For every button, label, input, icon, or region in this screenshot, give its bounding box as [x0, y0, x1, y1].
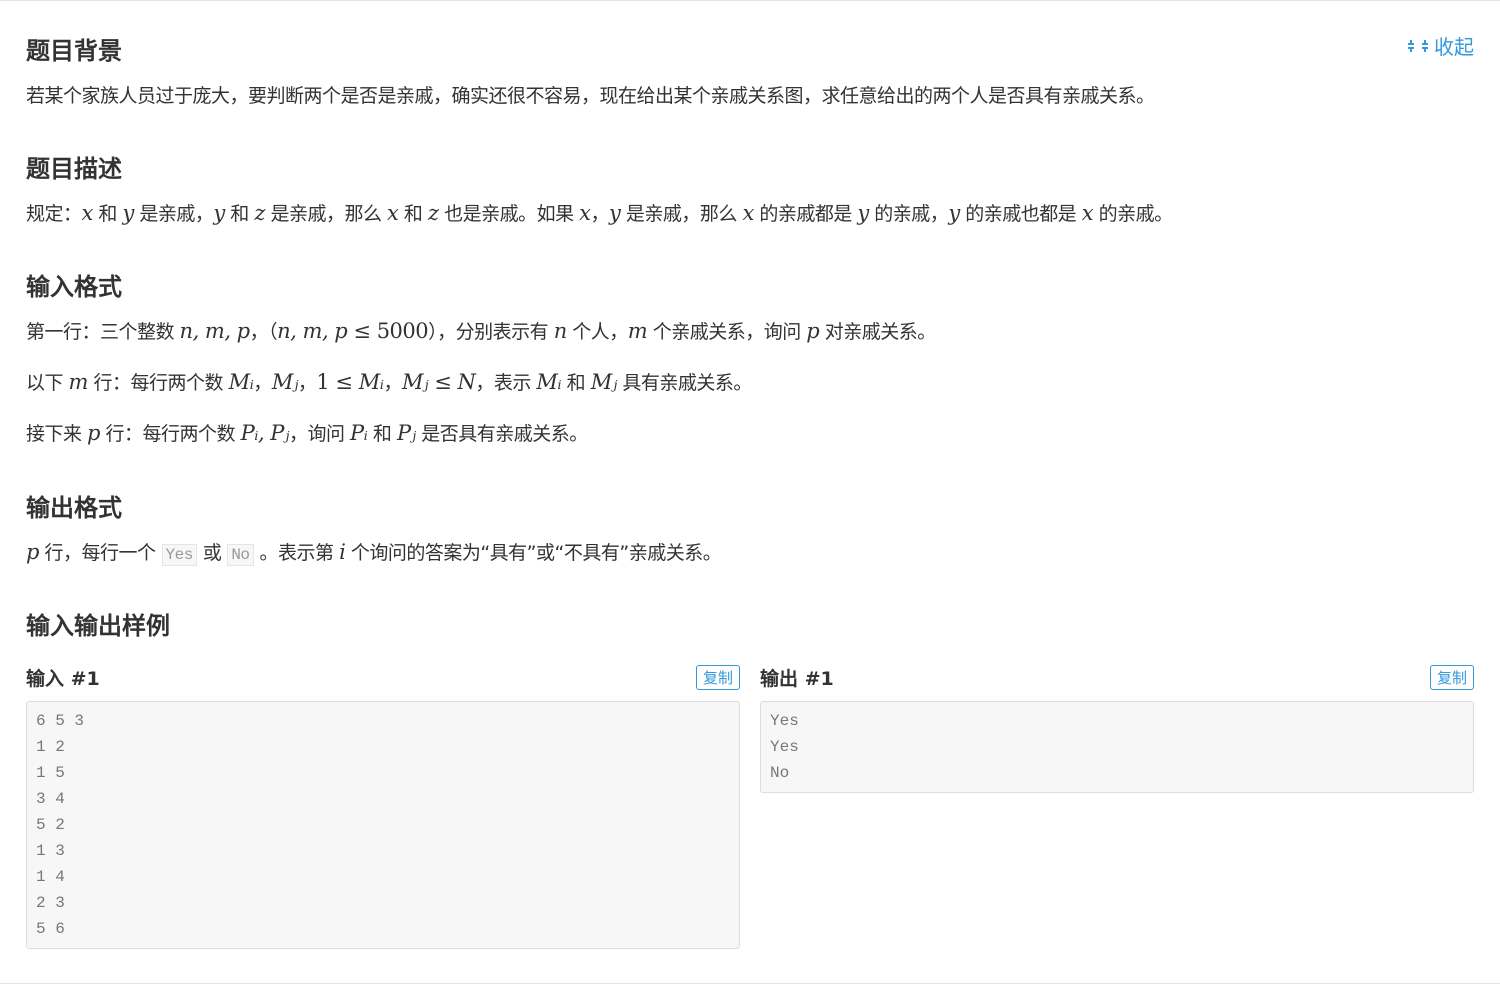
copy-output-button[interactable]: 复制 [1430, 665, 1474, 690]
math: y [609, 201, 620, 225]
section-title: 题目背景 [26, 31, 122, 66]
inline-code: No [227, 544, 253, 566]
text: ，询问 [289, 423, 350, 445]
math: y [122, 201, 133, 225]
sample-output: 输出 #1 复制 Yes Yes No [760, 663, 1474, 793]
text: 也是亲戚。如果 [439, 203, 580, 225]
text: 若某个家族人员过于庞大，要判断两个是否是亲戚，确实还很不容易，现在给出某个亲戚关… [26, 85, 1155, 107]
text: 对亲戚关系。 [819, 321, 936, 343]
text: ），分别表示有 [428, 321, 554, 343]
copy-input-button[interactable]: 复制 [696, 665, 740, 690]
text: 是亲戚，那么 [265, 203, 387, 225]
math: n [554, 319, 567, 343]
text: ， [590, 203, 609, 225]
math: m [628, 319, 647, 343]
text: ， [383, 372, 402, 394]
math: p [87, 421, 100, 445]
text: ， [253, 372, 272, 394]
text: 行，每行一个 [39, 542, 156, 564]
sample-input-label: 输入 #1 [26, 664, 100, 691]
math: Pᵢ, Pⱼ [241, 421, 289, 445]
math: Pⱼ [397, 421, 416, 445]
text: 行：每行两个数 [88, 372, 229, 394]
sample-input-text: 6 5 3 1 2 1 5 3 4 5 2 1 3 1 4 2 3 5 6 [26, 701, 740, 949]
text: 个人， [567, 321, 628, 343]
math: x [82, 201, 93, 225]
math: ≤ [428, 370, 457, 394]
math: Mᵢ [359, 370, 384, 394]
math: Mᵢ [536, 370, 561, 394]
math: y [213, 201, 224, 225]
math: x [1082, 201, 1093, 225]
paragraph: p 行，每行一个Yes或No。表示第 i 个询问的答案为“具有”或“不具有”亲戚… [26, 538, 721, 565]
math: Pᵢ [350, 421, 367, 445]
math: m [69, 370, 88, 394]
math: z [428, 201, 439, 225]
paragraph: 若某个家族人员过于庞大，要判断两个是否是亲戚，确实还很不容易，现在给出某个亲戚关… [26, 81, 1155, 108]
math: x [742, 201, 753, 225]
text: 行：每行两个数 [100, 423, 241, 445]
paragraph: 接下来 p 行：每行两个数 Pᵢ, Pⱼ，询问 Pᵢ 和 Pⱼ 是否具有亲戚关系… [26, 419, 588, 446]
math: Mⱼ [402, 370, 428, 394]
collapse-icon [1408, 38, 1428, 54]
sample-input: 输入 #1 复制 6 5 3 1 2 1 5 3 4 5 2 1 3 1 4 2 … [26, 663, 740, 949]
sample-output-text: Yes Yes No [760, 701, 1474, 793]
math: n, m, p [277, 319, 347, 343]
text: 是亲戚， [134, 203, 214, 225]
math: Mⱼ [272, 370, 298, 394]
section-title: 题目描述 [26, 149, 122, 184]
text: 是否具有亲戚关系。 [416, 423, 588, 445]
text: 的亲戚都是 [754, 203, 858, 225]
text: 。表示第 [260, 542, 340, 564]
math: x [387, 201, 398, 225]
text: 以下 [26, 372, 69, 394]
text: 接下来 [26, 423, 87, 445]
text: 和 [225, 203, 255, 225]
math: Mᵢ [229, 370, 254, 394]
math: Mⱼ [591, 370, 617, 394]
math: y [948, 201, 959, 225]
section-title: 输出格式 [26, 488, 122, 523]
math: n, m, p [180, 319, 250, 343]
text: 的亲戚也都是 [960, 203, 1082, 225]
text: ，表示 [475, 372, 536, 394]
inline-code: Yes [162, 544, 197, 566]
text: ，（ [250, 321, 278, 343]
math: N [457, 370, 475, 394]
text: 的亲戚。 [1093, 203, 1173, 225]
collapse-label: 收起 [1434, 31, 1474, 60]
text: 个询问的答案为“具有”或“不具有”亲戚关系。 [345, 542, 721, 564]
text: 的亲戚， [869, 203, 949, 225]
text: 或 [203, 542, 222, 564]
paragraph: 第一行：三个整数 n, m, p，（n, m, p ≤ 5000），分别表示有 … [26, 317, 936, 344]
math: y [857, 201, 868, 225]
math: p [26, 540, 39, 564]
collapse-button[interactable]: 收起 [1408, 31, 1474, 60]
paragraph: 以下 m 行：每行两个数 Mᵢ，Mⱼ，1 ≤ Mᵢ，Mⱼ ≤ N，表示 Mᵢ 和… [26, 368, 752, 395]
text: 第一行：三个整数 [26, 321, 180, 343]
text: 个亲戚关系，询问 [647, 321, 806, 343]
text: 和 [561, 372, 591, 394]
text: 是亲戚，那么 [620, 203, 742, 225]
sample-output-label: 输出 #1 [760, 664, 834, 691]
math: 1 ≤ [316, 370, 358, 394]
section-title: 输入输出样例 [26, 606, 170, 641]
math: p [806, 319, 819, 343]
text: 和 [93, 203, 123, 225]
text: 规定： [26, 203, 82, 225]
text: 和 [367, 423, 397, 445]
math: ≤ 5000 [347, 319, 428, 343]
section-title: 输入格式 [26, 267, 122, 302]
text: ， [298, 372, 317, 394]
paragraph: 规定：x 和 y 是亲戚，y 和 z 是亲戚，那么 x 和 z 也是亲戚。如果 … [26, 199, 1173, 226]
math: z [254, 201, 265, 225]
text: 和 [398, 203, 428, 225]
text: 具有亲戚关系。 [617, 372, 752, 394]
math: x [579, 201, 590, 225]
